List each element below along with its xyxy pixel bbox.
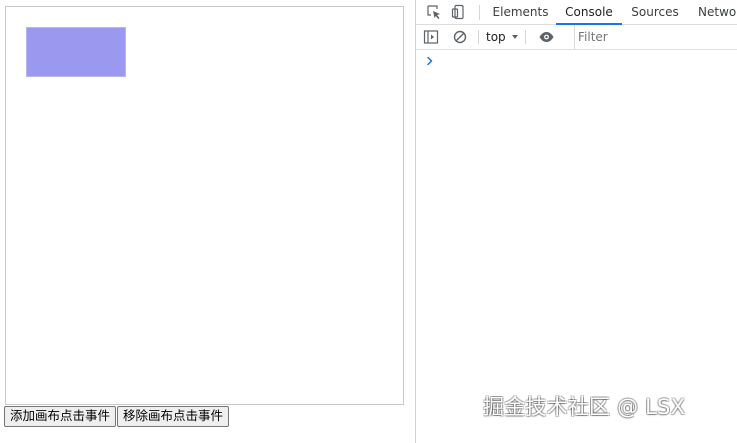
tab-network[interactable]: Network	[698, 0, 737, 24]
toolbar-divider-middle	[525, 30, 526, 44]
toolbar-divider-left	[478, 30, 479, 44]
page-preview: 添加画布点击事件 移除画布点击事件	[0, 0, 416, 443]
tab-elements-label: Elements	[492, 5, 549, 19]
devtools-panel: Elements Console Sources Network	[416, 0, 737, 443]
device-toolbar-icon[interactable]	[449, 2, 469, 22]
tab-sources-label: Sources	[631, 5, 679, 19]
tab-elements[interactable]: Elements	[493, 0, 549, 24]
tabbar-divider	[479, 5, 480, 20]
console-filter-input[interactable]	[575, 26, 735, 48]
dropdown-triangle-icon	[511, 30, 519, 44]
console-toolbar: top	[416, 25, 737, 50]
console-prompt-chevron-icon	[424, 54, 436, 68]
canvas-area[interactable]	[5, 6, 404, 405]
clear-console-icon[interactable]	[450, 27, 470, 47]
canvas-rectangle	[26, 27, 126, 77]
tab-sources[interactable]: Sources	[631, 0, 679, 24]
execution-context-label: top	[486, 30, 506, 44]
devtools-tabbar: Elements Console Sources Network	[416, 0, 737, 25]
filter-container	[574, 25, 737, 49]
tab-console-label: Console	[565, 5, 613, 19]
tab-console[interactable]: Console	[556, 0, 622, 25]
console-output[interactable]	[416, 50, 737, 443]
live-expression-eye-icon[interactable]	[536, 27, 556, 47]
show-console-sidebar-icon[interactable]	[421, 27, 441, 47]
tab-network-label: Network	[698, 5, 737, 19]
button-row: 添加画布点击事件 移除画布点击事件	[4, 406, 230, 427]
inspect-element-icon[interactable]	[424, 2, 444, 22]
screen: 添加画布点击事件 移除画布点击事件 Elements Console Sourc…	[0, 0, 737, 443]
remove-canvas-click-event-button[interactable]: 移除画布点击事件	[117, 406, 230, 427]
execution-context-selector[interactable]: top	[486, 28, 519, 46]
add-canvas-click-event-button[interactable]: 添加画布点击事件	[4, 406, 117, 427]
